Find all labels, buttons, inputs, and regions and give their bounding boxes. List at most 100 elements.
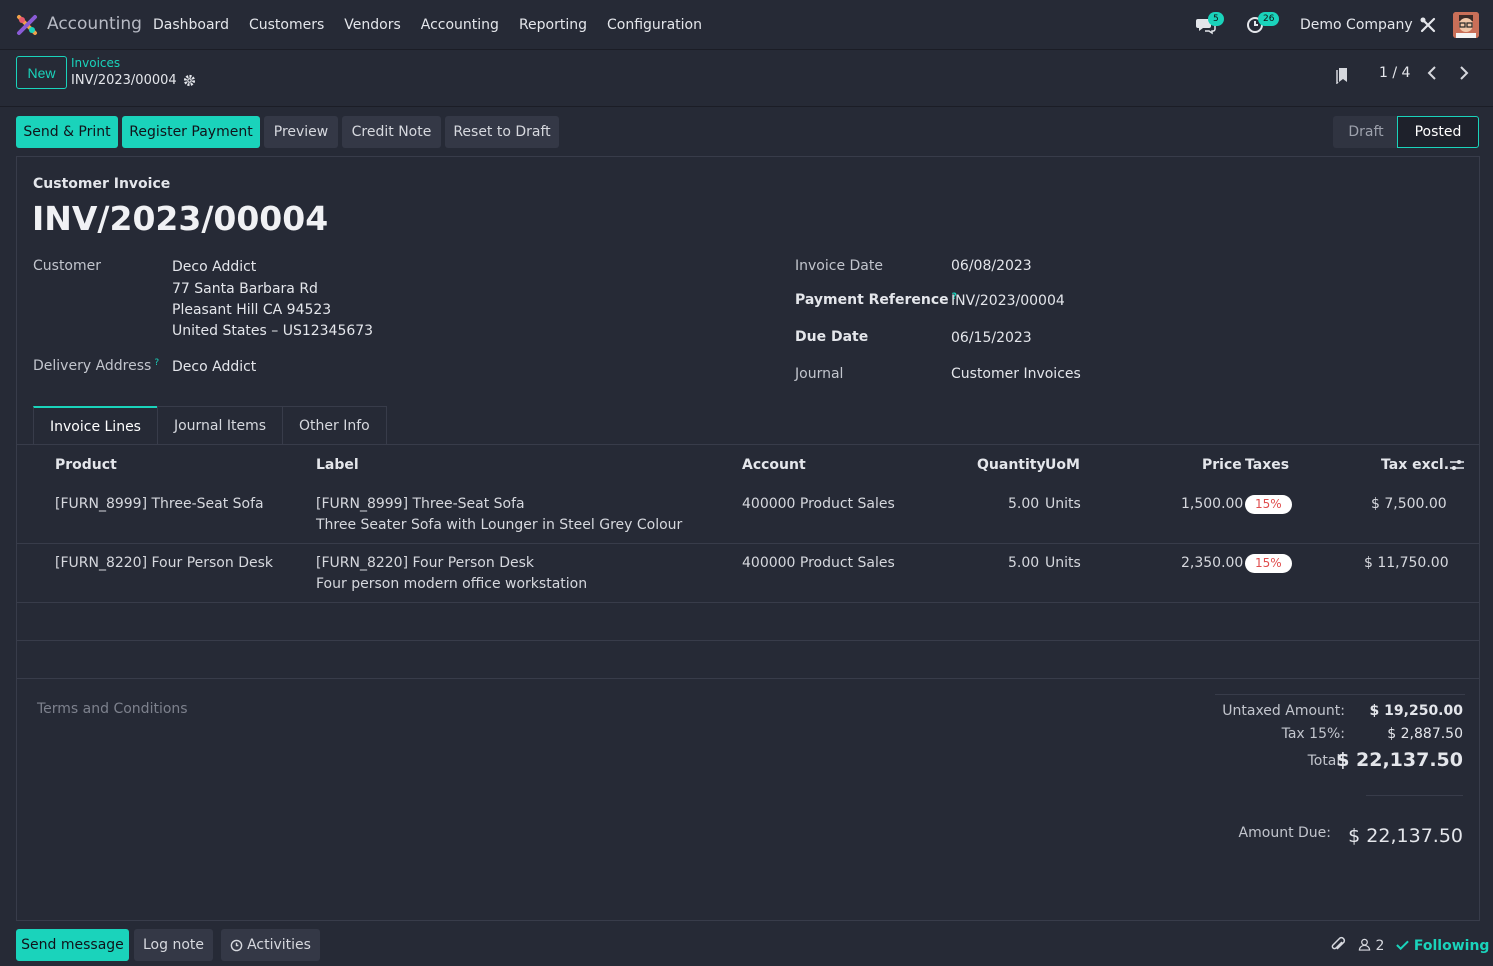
messages-count-badge: 5 — [1208, 12, 1224, 26]
invoice-form-sheet: Customer Invoice INV/2023/00004 Customer… — [16, 156, 1480, 921]
totals-divider — [1215, 694, 1465, 695]
address-line-2: Pleasant Hill CA 94523 — [172, 302, 332, 318]
row-tax-badge[interactable]: 15% — [1245, 495, 1292, 514]
payment-reference-field[interactable]: INV/2023/00004 — [951, 293, 1065, 309]
row-label-line-2[interactable]: Four person modern office workstation — [316, 576, 587, 592]
invoice-date-field[interactable]: 06/08/2023 — [951, 258, 1032, 274]
untaxed-amount-value: $ 19,250.00 — [1369, 703, 1463, 719]
row-quantity[interactable]: 5.00 — [1008, 496, 1039, 512]
help-icon[interactable]: ? — [154, 358, 159, 368]
followers-button[interactable]: 2 — [1358, 938, 1384, 954]
send-message-button[interactable]: Send message — [16, 929, 129, 961]
gear-icon[interactable] — [183, 74, 196, 87]
app-logo-icon[interactable] — [16, 14, 38, 36]
row-price[interactable]: 2,350.00 — [1181, 555, 1243, 571]
tax-label: Tax 15%: — [1281, 726, 1345, 742]
terms-and-conditions-field[interactable]: Terms and Conditions — [37, 701, 188, 717]
tab-other-info[interactable]: Other Info — [282, 406, 387, 445]
clock-icon — [230, 939, 243, 951]
payment-reference-label: Payment Reference? — [795, 292, 957, 308]
control-panel: New Invoices INV/2023/00004 1 / 4 — [0, 50, 1493, 107]
row-label-line-1[interactable]: [FURN_8220] Four Person Desk — [316, 555, 534, 571]
col-uom[interactable]: UoM — [1045, 457, 1080, 473]
row-account[interactable]: 400000 Product Sales — [742, 555, 895, 571]
invoice-number: INV/2023/00004 — [32, 199, 329, 238]
col-label[interactable]: Label — [316, 457, 359, 473]
row-divider — [17, 678, 1479, 679]
row-product[interactable]: [FURN_8220] Four Person Desk — [55, 555, 273, 571]
company-switcher[interactable]: Demo Company — [1300, 17, 1413, 33]
app-name[interactable]: Accounting — [47, 14, 142, 34]
row-divider — [17, 602, 1479, 603]
tab-journal-items[interactable]: Journal Items — [156, 406, 284, 445]
row-price[interactable]: 1,500.00 — [1181, 496, 1243, 512]
row-subtotal: $ 7,500.00 — [1371, 496, 1447, 512]
menu-customers[interactable]: Customers — [249, 17, 324, 33]
column-settings-icon[interactable] — [1449, 457, 1465, 473]
delivery-address-field[interactable]: Deco Addict — [172, 359, 256, 375]
activities-button[interactable]: 26 — [1246, 12, 1280, 39]
due-date-field[interactable]: 06/15/2023 — [951, 330, 1032, 346]
row-label-line-2[interactable]: Three Seater Sofa with Lounger in Steel … — [316, 517, 682, 533]
followers-count: 2 — [1375, 938, 1385, 954]
menu-vendors[interactable]: Vendors — [344, 17, 400, 33]
row-divider — [17, 543, 1479, 544]
user-avatar[interactable] — [1453, 12, 1479, 38]
chevron-right-icon[interactable] — [1457, 64, 1471, 82]
preview-button[interactable]: Preview — [264, 116, 338, 148]
credit-note-button[interactable]: Credit Note — [342, 116, 441, 148]
row-account[interactable]: 400000 Product Sales — [742, 496, 895, 512]
col-account[interactable]: Account — [742, 457, 806, 473]
col-price[interactable]: Price — [1202, 457, 1242, 473]
pager-value[interactable]: 1 / 4 — [1379, 65, 1410, 81]
check-icon — [1396, 940, 1409, 951]
menu-dashboard[interactable]: Dashboard — [153, 17, 229, 33]
row-quantity[interactable]: 5.00 — [1008, 555, 1039, 571]
row-uom[interactable]: Units — [1045, 555, 1081, 571]
chatter-bar: Send message Log note Activities 2 Follo… — [0, 922, 1493, 966]
payment-reference-label-text: Payment Reference — [795, 292, 949, 308]
menu-configuration[interactable]: Configuration — [607, 17, 702, 33]
user-icon — [1358, 938, 1371, 951]
messages-button[interactable]: 5 — [1196, 12, 1224, 39]
log-note-button[interactable]: Log note — [134, 929, 213, 961]
row-divider — [17, 640, 1479, 641]
notebook-tabs: Invoice Lines Journal Items Other Info — [33, 406, 387, 445]
journal-field[interactable]: Customer Invoices — [951, 366, 1081, 382]
send-print-button[interactable]: Send & Print — [16, 116, 118, 148]
register-payment-button[interactable]: Register Payment — [122, 116, 260, 148]
main-menu: Dashboard Customers Vendors Accounting R… — [153, 17, 722, 33]
row-product[interactable]: [FURN_8999] Three-Seat Sofa — [55, 496, 264, 512]
activities-chatter-button[interactable]: Activities — [221, 929, 320, 961]
customer-field[interactable]: Deco Addict — [172, 259, 256, 275]
untaxed-amount-label: Untaxed Amount: — [1222, 703, 1345, 719]
chevron-left-icon[interactable] — [1425, 64, 1439, 82]
address-line-3: United States – US12345673 — [172, 323, 374, 339]
top-navbar: Accounting Dashboard Customers Vendors A… — [0, 0, 1493, 50]
activities-count-badge: 26 — [1258, 12, 1280, 26]
row-tax-badge[interactable]: 15% — [1245, 554, 1292, 573]
col-tax-excl[interactable]: Tax excl. — [1381, 457, 1449, 473]
breadcrumb-invoices[interactable]: Invoices — [71, 56, 120, 70]
new-button[interactable]: New — [16, 56, 67, 89]
amount-due-label: Amount Due: — [1238, 825, 1331, 841]
invoice-date-label: Invoice Date — [795, 258, 883, 274]
reset-to-draft-button[interactable]: Reset to Draft — [445, 116, 559, 148]
row-label-line-1[interactable]: [FURN_8999] Three-Seat Sofa — [316, 496, 525, 512]
amount-due-value: $ 22,137.50 — [1348, 825, 1463, 847]
col-quantity[interactable]: Quantity — [977, 457, 1046, 473]
row-uom[interactable]: Units — [1045, 496, 1081, 512]
menu-accounting[interactable]: Accounting — [421, 17, 499, 33]
paperclip-icon[interactable] — [1330, 936, 1346, 954]
row-subtotal: $ 11,750.00 — [1364, 555, 1449, 571]
debug-tools-icon[interactable] — [1419, 16, 1437, 34]
user-avatar-icon — [1453, 12, 1479, 38]
status-posted[interactable]: Posted — [1397, 116, 1479, 148]
col-taxes[interactable]: Taxes — [1245, 457, 1289, 473]
tab-invoice-lines[interactable]: Invoice Lines — [33, 406, 158, 445]
status-draft[interactable]: Draft — [1333, 116, 1399, 148]
bookmark-icon[interactable] — [1336, 66, 1350, 84]
following-button[interactable]: Following — [1396, 938, 1489, 954]
col-product[interactable]: Product — [55, 457, 117, 473]
menu-reporting[interactable]: Reporting — [519, 17, 587, 33]
